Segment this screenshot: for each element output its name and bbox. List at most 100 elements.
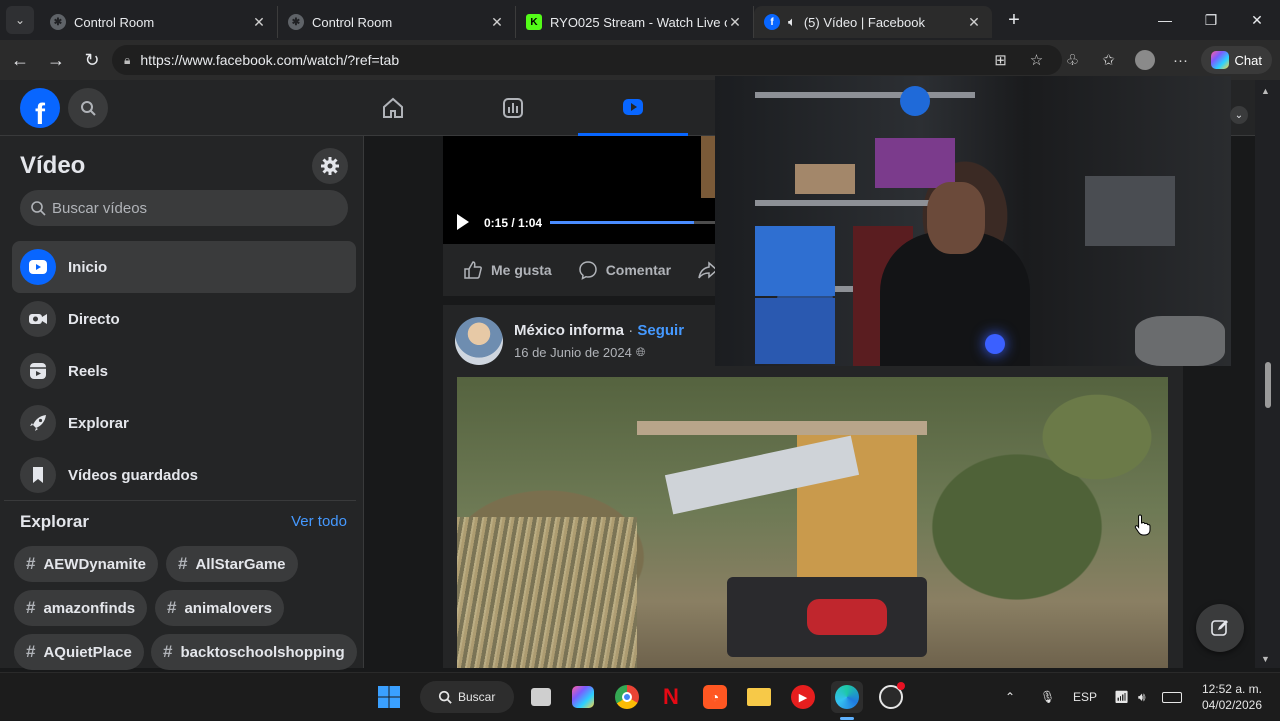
hash-icon: # xyxy=(167,598,177,617)
scroll-up-icon[interactable]: ▲ xyxy=(1261,86,1270,96)
nav-home-icon[interactable] xyxy=(338,80,448,136)
facebook-logo-icon[interactable]: f xyxy=(20,88,60,128)
language-indicator[interactable]: ESP xyxy=(1073,673,1097,721)
profile-icon[interactable] xyxy=(1129,45,1161,75)
restore-icon[interactable]: ❐ xyxy=(1188,0,1234,40)
page-title: Vídeo xyxy=(20,152,86,179)
task-view-icon[interactable] xyxy=(525,681,557,713)
close-icon[interactable]: ✕ xyxy=(966,14,982,31)
app-available-icon[interactable]: ⊞ xyxy=(985,45,1017,75)
browser-tab-2[interactable]: ✱ Control Room ✕ xyxy=(278,6,516,38)
hashtag-chip[interactable]: # AllStarGame xyxy=(166,546,298,582)
browser-tab-1[interactable]: ✱ Control Room ✕ xyxy=(40,6,278,38)
hashtag-label: animalovers xyxy=(184,599,273,617)
favorite-star-icon[interactable]: ☆ xyxy=(1021,45,1053,75)
storage-bin xyxy=(875,138,955,188)
video-search-field[interactable] xyxy=(20,190,348,226)
wifi-icon[interactable]: 📶︎ xyxy=(1114,673,1129,721)
new-message-button[interactable] xyxy=(1196,604,1244,652)
post-date-text[interactable]: 16 de Junio de 2024 xyxy=(514,345,632,360)
tab-actions-chevron-icon[interactable]: ⌄ xyxy=(6,6,34,34)
speaker-icon[interactable]: 🔈︎ xyxy=(788,14,796,30)
streaming-app-icon[interactable]: ◔ xyxy=(699,681,731,713)
video-search-input[interactable] xyxy=(52,199,332,217)
page-scrollbar[interactable]: ▲ ▼ xyxy=(1255,80,1280,668)
volume-icon[interactable]: 🔊︎ xyxy=(1138,673,1146,721)
hashtag-chip[interactable]: # animalovers xyxy=(155,590,285,626)
hashtag-chip[interactable]: # amazonfinds xyxy=(14,590,148,626)
video-player[interactable] xyxy=(457,377,1168,668)
favorites-icon[interactable]: ✩ xyxy=(1093,45,1125,75)
storage-bin xyxy=(755,298,835,364)
hashtag-chip[interactable]: # AQuietPlace xyxy=(14,634,144,670)
author-name[interactable]: México informa xyxy=(514,322,624,339)
account-chevron-down-icon[interactable]: ⌄ xyxy=(1230,106,1248,124)
lock-icon[interactable]: 🔒︎ xyxy=(124,53,130,68)
video-timestamp: 0:15 / 1:04 xyxy=(484,216,543,230)
battery-icon[interactable] xyxy=(1162,673,1182,721)
new-tab-button[interactable]: + xyxy=(1000,6,1028,34)
close-icon[interactable]: ✕ xyxy=(727,14,743,31)
nav-video-icon[interactable] xyxy=(578,80,688,136)
back-icon[interactable]: ← xyxy=(2,42,38,78)
rocket-icon xyxy=(20,405,56,441)
avatar[interactable] xyxy=(455,317,503,365)
sidebar-item-label: Reels xyxy=(68,362,109,380)
follow-button[interactable]: Seguir xyxy=(637,322,684,339)
scroll-down-icon[interactable]: ▼ xyxy=(1261,654,1270,664)
toolbar-right: ⊞ ☆ ♧ ✩ ··· Chat xyxy=(985,45,1272,75)
video-frame-red-object xyxy=(807,599,887,635)
browser-tab-4[interactable]: f 🔈︎ (5) Vídeo | Facebook ✕ xyxy=(754,6,992,38)
search-icon xyxy=(31,201,46,216)
search-icon xyxy=(438,690,452,704)
tab-title: RYO025 Stream - Watch Live on Ki xyxy=(550,14,727,30)
url-text: https://www.facebook.com/watch/?ref=tab xyxy=(140,52,400,68)
sidebar-item-directo[interactable]: Directo xyxy=(12,293,356,345)
more-icon[interactable]: ··· xyxy=(1165,45,1197,75)
media-player-icon[interactable]: ▶ xyxy=(787,681,819,713)
edge-icon[interactable] xyxy=(831,681,863,713)
hashtag-label: backtoschoolshopping xyxy=(180,643,345,661)
settings-gear-icon[interactable] xyxy=(312,148,348,184)
file-explorer-icon[interactable] xyxy=(743,681,775,713)
nav-feeds-icon[interactable] xyxy=(458,80,568,136)
browser-tab-3[interactable]: K RYO025 Stream - Watch Live on Ki ✕ xyxy=(516,6,754,38)
taskbar-search-button[interactable]: Buscar xyxy=(420,681,514,713)
comment-button[interactable]: Comentar xyxy=(578,260,671,280)
video-frame-bar xyxy=(637,421,927,435)
forward-icon[interactable]: → xyxy=(38,42,74,78)
browser-tab-bar: ⌄ ✱ Control Room ✕ ✱ Control Room ✕ K RY… xyxy=(0,0,1280,40)
see-all-link[interactable]: Ver todo xyxy=(291,513,347,530)
windows-start-icon[interactable] xyxy=(373,681,405,713)
hashtag-chip[interactable]: # AEWDynamite xyxy=(14,546,158,582)
hashtag-chip[interactable]: # backtoschoolshopping xyxy=(151,634,357,670)
close-window-icon[interactable]: ✕ xyxy=(1234,0,1280,40)
copilot-app-icon[interactable] xyxy=(567,681,599,713)
microphone-icon[interactable]: 🎙︎ xyxy=(1040,673,1055,721)
minimize-icon[interactable]: — xyxy=(1142,0,1188,40)
play-icon[interactable] xyxy=(457,214,469,230)
system-clock[interactable]: 12:52 a. m. 04/02/2026 xyxy=(1202,681,1262,713)
gear-icon: ✱ xyxy=(288,14,304,30)
chrome-icon[interactable] xyxy=(611,681,643,713)
sidebar-item-reels[interactable]: Reels xyxy=(12,345,356,397)
refresh-icon[interactable]: ↻ xyxy=(74,42,110,78)
close-icon[interactable]: ✕ xyxy=(251,14,267,31)
webcam-overlay xyxy=(715,76,1231,366)
tab-title: (5) Vídeo | Facebook xyxy=(803,14,925,30)
sidebar-item-inicio[interactable]: Inicio xyxy=(12,241,356,293)
browser-essentials-icon[interactable]: ♧ xyxy=(1057,45,1089,75)
copilot-chat-button[interactable]: Chat xyxy=(1200,46,1272,74)
scroll-thumb[interactable] xyxy=(1265,362,1271,408)
obs-icon[interactable] xyxy=(875,681,907,713)
url-field[interactable]: 🔒︎ https://www.facebook.com/watch/?ref=t… xyxy=(112,45,1062,75)
comment-label: Comentar xyxy=(605,262,672,278)
windows-taskbar: Buscar N ◔ ▶ ⌃ 🎙︎ ESP 📶︎ 🔊︎ 12:52 a. m. … xyxy=(0,672,1280,720)
sidebar-item-videos-guardados[interactable]: Vídeos guardados xyxy=(12,449,356,501)
search-icon[interactable] xyxy=(68,88,108,128)
close-icon[interactable]: ✕ xyxy=(489,14,505,31)
show-hidden-icons-chevron-icon[interactable]: ⌃ xyxy=(1005,673,1015,721)
netflix-icon[interactable]: N xyxy=(655,681,687,713)
sidebar-item-explorar[interactable]: Explorar xyxy=(12,397,356,449)
like-button[interactable]: Me gusta xyxy=(463,260,552,280)
